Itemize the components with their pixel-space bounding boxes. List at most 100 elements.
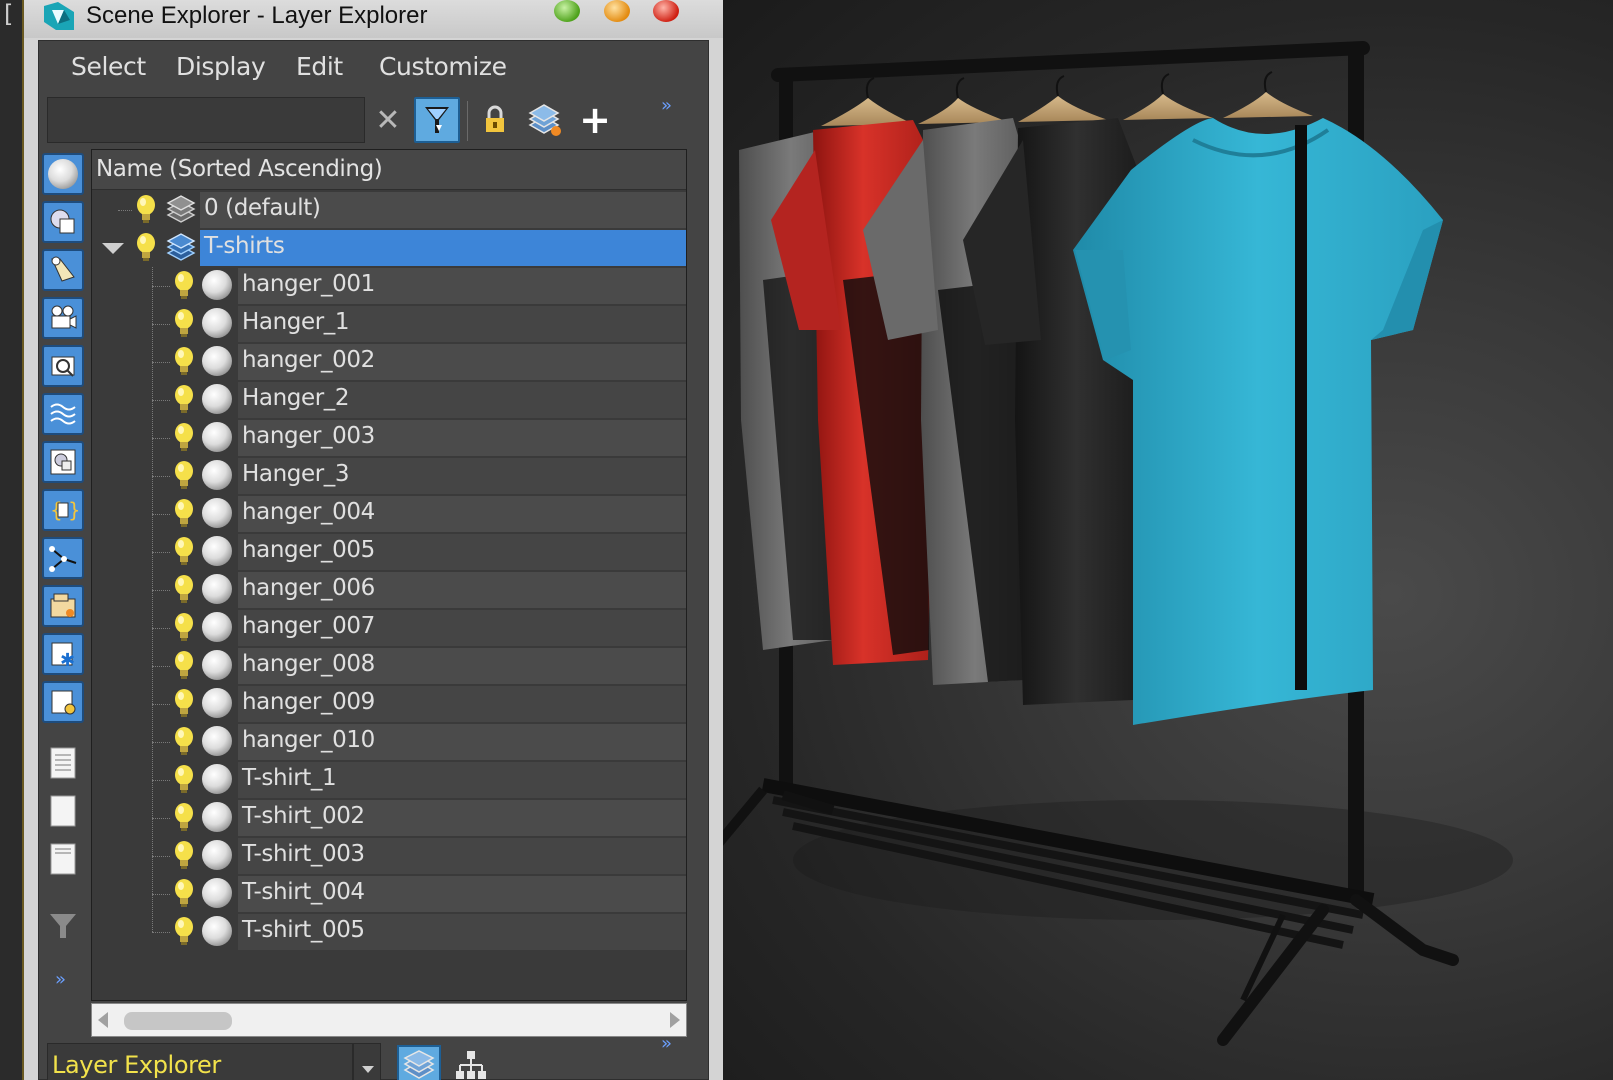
- object-name: T-shirt_1: [242, 765, 337, 791]
- display-spacewarps-button[interactable]: [42, 393, 84, 435]
- layer-icon: [166, 233, 196, 261]
- lightbulb-icon[interactable]: [172, 270, 196, 302]
- maximize-button[interactable]: [604, 0, 630, 22]
- lightbulb-icon[interactable]: [172, 726, 196, 758]
- search-input[interactable]: [47, 97, 365, 143]
- object-row[interactable]: Hanger_3: [92, 457, 686, 495]
- display-xrefs-button[interactable]: {}: [42, 489, 84, 531]
- lightbulb-icon[interactable]: [134, 194, 158, 226]
- object-row[interactable]: hanger_009: [92, 685, 686, 723]
- toolbar-expand-icon[interactable]: »: [661, 95, 672, 116]
- lightbulb-icon[interactable]: [172, 612, 196, 644]
- lightbulb-icon[interactable]: [172, 574, 196, 606]
- display-bones-button[interactable]: [42, 537, 84, 579]
- object-sphere-icon: [202, 726, 232, 756]
- layer-row[interactable]: T-shirts: [92, 229, 686, 267]
- object-row[interactable]: hanger_001: [92, 267, 686, 305]
- object-sphere-icon: [202, 536, 232, 566]
- lightbulb-icon[interactable]: [134, 232, 158, 264]
- object-name: hanger_001: [242, 271, 375, 297]
- lightbulb-icon[interactable]: [172, 308, 196, 340]
- object-row[interactable]: hanger_006: [92, 571, 686, 609]
- bottom-expand-icon[interactable]: »: [661, 1033, 672, 1054]
- layer-row[interactable]: 0 (default): [92, 191, 686, 229]
- display-frozen-button[interactable]: ✱: [42, 633, 84, 675]
- object-row[interactable]: T-shirt_004: [92, 875, 686, 913]
- lightbulb-icon[interactable]: [172, 498, 196, 530]
- close-button[interactable]: [653, 0, 679, 22]
- object-row[interactable]: hanger_003: [92, 419, 686, 457]
- tree-connector: [152, 552, 170, 553]
- expand-arrow-icon[interactable]: [102, 243, 124, 254]
- tree-column-header[interactable]: Name (Sorted Ascending): [92, 150, 686, 190]
- viewport-3d[interactable]: [723, 0, 1613, 1080]
- menu-edit[interactable]: Edit: [296, 52, 343, 81]
- filter-button[interactable]: [45, 905, 81, 945]
- menu-bar: Select Display Edit Customize: [39, 41, 710, 93]
- object-row[interactable]: hanger_007: [92, 609, 686, 647]
- lightbulb-icon[interactable]: [172, 384, 196, 416]
- details-view-button[interactable]: [45, 839, 81, 879]
- lightbulb-icon[interactable]: [172, 346, 196, 378]
- object-sphere-icon: [202, 574, 232, 604]
- tree-connector: [152, 818, 170, 819]
- column-expand-icon[interactable]: »: [55, 969, 66, 990]
- lightbulb-icon[interactable]: [172, 460, 196, 492]
- title-bar[interactable]: Scene Explorer - Layer Explorer: [24, 0, 723, 38]
- object-row[interactable]: T-shirt_003: [92, 837, 686, 875]
- object-row[interactable]: hanger_004: [92, 495, 686, 533]
- sort-by-layer-button[interactable]: [397, 1045, 441, 1080]
- container-icon: [50, 593, 76, 618]
- lightbulb-icon[interactable]: [172, 764, 196, 796]
- explorer-select[interactable]: Layer Explorer: [47, 1043, 353, 1080]
- scroll-left-arrow[interactable]: [98, 1012, 108, 1028]
- add-button[interactable]: +: [575, 97, 615, 143]
- lightbulb-icon[interactable]: [172, 650, 196, 682]
- lightbulb-icon[interactable]: [172, 536, 196, 568]
- clear-search-button[interactable]: ✕: [369, 97, 407, 143]
- object-row[interactable]: hanger_010: [92, 723, 686, 761]
- object-row[interactable]: T-shirt_1: [92, 761, 686, 799]
- object-row[interactable]: hanger_008: [92, 647, 686, 685]
- lock-button[interactable]: [477, 97, 513, 143]
- minimize-button[interactable]: [554, 0, 580, 22]
- lightbulb-icon[interactable]: [172, 422, 196, 454]
- scroll-right-arrow[interactable]: [670, 1012, 680, 1028]
- filter-toggle-button[interactable]: [414, 97, 460, 143]
- tree-connector: [152, 400, 170, 401]
- menu-select[interactable]: Select: [71, 52, 146, 81]
- object-row[interactable]: hanger_005: [92, 533, 686, 571]
- clothing-rack-render: [723, 41, 1513, 1046]
- list-view-button[interactable]: [45, 743, 81, 783]
- object-name: Hanger_1: [242, 309, 350, 335]
- new-layer-button[interactable]: [523, 97, 567, 143]
- object-row[interactable]: Hanger_2: [92, 381, 686, 419]
- horizontal-scrollbar[interactable]: [91, 1003, 687, 1037]
- display-helpers-button[interactable]: [42, 345, 84, 387]
- display-hidden-button[interactable]: [42, 681, 84, 723]
- sort-by-hierarchy-button[interactable]: [449, 1045, 493, 1080]
- scroll-thumb[interactable]: [124, 1012, 232, 1030]
- object-row[interactable]: T-shirt_005: [92, 913, 686, 951]
- blank-view-button[interactable]: [45, 791, 81, 831]
- lightbulb-icon[interactable]: [172, 916, 196, 948]
- lightbulb-icon[interactable]: [172, 802, 196, 834]
- menu-display[interactable]: Display: [176, 52, 266, 81]
- object-name: T-shirt_005: [242, 917, 365, 943]
- display-cameras-button[interactable]: [42, 297, 84, 339]
- menu-customize[interactable]: Customize: [379, 52, 507, 81]
- object-row[interactable]: Hanger_1: [92, 305, 686, 343]
- group-icon: [50, 449, 76, 475]
- explorer-dropdown-button[interactable]: [353, 1043, 381, 1080]
- display-geometry-button[interactable]: [42, 153, 84, 195]
- lightbulb-icon[interactable]: [172, 840, 196, 872]
- lightbulb-icon[interactable]: [172, 878, 196, 910]
- display-containers-button[interactable]: [42, 585, 84, 627]
- object-row[interactable]: T-shirt_002: [92, 799, 686, 837]
- lock-icon: [486, 105, 504, 132]
- display-shapes-button[interactable]: [42, 201, 84, 243]
- object-row[interactable]: hanger_002: [92, 343, 686, 381]
- lightbulb-icon[interactable]: [172, 688, 196, 720]
- display-groups-button[interactable]: [42, 441, 84, 483]
- display-lights-button[interactable]: [42, 249, 84, 291]
